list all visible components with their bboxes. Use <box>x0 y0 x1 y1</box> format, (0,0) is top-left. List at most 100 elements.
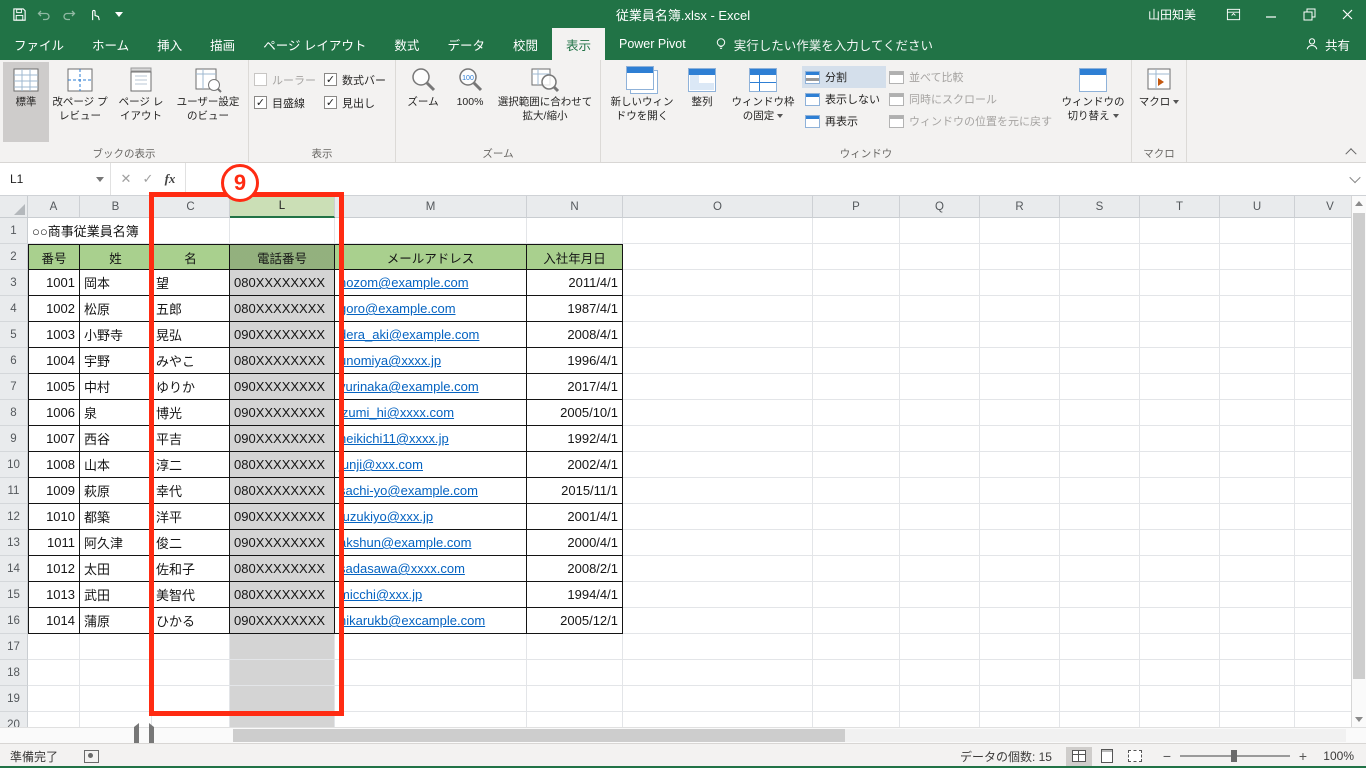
tab-ファイル[interactable]: ファイル <box>0 28 78 60</box>
page-layout-shortcut[interactable] <box>1094 747 1120 766</box>
cell-B14[interactable]: 太田 <box>80 556 152 582</box>
column-header-P[interactable]: P <box>813 196 900 218</box>
cell-T19[interactable] <box>1140 686 1220 712</box>
email-link[interactable]: junji@xxx.com <box>339 457 423 472</box>
tab-数式[interactable]: 数式 <box>380 28 433 60</box>
cell-R16[interactable] <box>980 608 1060 634</box>
row-header-12[interactable]: 12 <box>0 504 28 530</box>
close-button[interactable] <box>1328 0 1366 28</box>
cell-O12[interactable] <box>623 504 813 530</box>
cell-N12[interactable]: 2001/4/1 <box>527 504 623 530</box>
row-header-16[interactable]: 16 <box>0 608 28 634</box>
cell-R1[interactable] <box>980 218 1060 244</box>
cell-U3[interactable] <box>1220 270 1295 296</box>
cell-O14[interactable] <box>623 556 813 582</box>
cell-N7[interactable]: 2017/4/1 <box>527 374 623 400</box>
cell-M20[interactable] <box>335 712 527 727</box>
cell-Q5[interactable] <box>900 322 980 348</box>
cell-Q1[interactable] <box>900 218 980 244</box>
cell-C14[interactable]: 佐和子 <box>152 556 230 582</box>
cell-M15[interactable]: micchi@xxx.jp <box>335 582 527 608</box>
cell-M12[interactable]: tuzukiyo@xxx.jp <box>335 504 527 530</box>
row-header-10[interactable]: 10 <box>0 452 28 478</box>
cell-L14[interactable]: 080XXXXXXXX <box>230 556 335 582</box>
cell-U18[interactable] <box>1220 660 1295 686</box>
tab-描画[interactable]: 描画 <box>196 28 249 60</box>
cell-S1[interactable] <box>1060 218 1140 244</box>
cell-C12[interactable]: 洋平 <box>152 504 230 530</box>
cell-Q12[interactable] <box>900 504 980 530</box>
custom-views-button[interactable]: ユーザー設定のビュー <box>171 62 245 142</box>
cell-O10[interactable] <box>623 452 813 478</box>
cell-N3[interactable]: 2011/4/1 <box>527 270 623 296</box>
cell-N14[interactable]: 2008/2/1 <box>527 556 623 582</box>
row-header-3[interactable]: 3 <box>0 270 28 296</box>
cell-P1[interactable] <box>813 218 900 244</box>
cell-Q7[interactable] <box>900 374 980 400</box>
cell-R12[interactable] <box>980 504 1060 530</box>
cell-L17[interactable] <box>230 634 335 660</box>
cell-M11[interactable]: sachi-yo@example.com <box>335 478 527 504</box>
synchronous-scrolling-button[interactable]: 同時にスクロール <box>886 88 1058 110</box>
cell-B16[interactable]: 蒲原 <box>80 608 152 634</box>
tell-me-box[interactable]: 実行したい作業を入力してください <box>714 28 933 60</box>
cell-U16[interactable] <box>1220 608 1295 634</box>
cell-A12[interactable]: 1010 <box>28 504 80 530</box>
cell-T3[interactable] <box>1140 270 1220 296</box>
cell-T7[interactable] <box>1140 374 1220 400</box>
share-button[interactable]: 共有 <box>1305 28 1366 60</box>
cell-T13[interactable] <box>1140 530 1220 556</box>
cell-R6[interactable] <box>980 348 1060 374</box>
column-header-T[interactable]: T <box>1140 196 1220 218</box>
cell-L20[interactable] <box>230 712 335 727</box>
cell-L11[interactable]: 080XXXXXXXX <box>230 478 335 504</box>
cell-P5[interactable] <box>813 322 900 348</box>
row-header-4[interactable]: 4 <box>0 296 28 322</box>
email-link[interactable]: goro@example.com <box>339 301 456 316</box>
cell-C13[interactable]: 俊二 <box>152 530 230 556</box>
column-header-R[interactable]: R <box>980 196 1060 218</box>
cell-M10[interactable]: junji@xxx.com <box>335 452 527 478</box>
cell-O15[interactable] <box>623 582 813 608</box>
cell-C11[interactable]: 幸代 <box>152 478 230 504</box>
cell-C5[interactable]: 晃弘 <box>152 322 230 348</box>
cell-O20[interactable] <box>623 712 813 727</box>
column-header-S[interactable]: S <box>1060 196 1140 218</box>
cell-L7[interactable]: 090XXXXXXXX <box>230 374 335 400</box>
cell-P17[interactable] <box>813 634 900 660</box>
cell-U12[interactable] <box>1220 504 1295 530</box>
cell-U15[interactable] <box>1220 582 1295 608</box>
cell-P6[interactable] <box>813 348 900 374</box>
cell-C9[interactable]: 平吉 <box>152 426 230 452</box>
cell-B15[interactable]: 武田 <box>80 582 152 608</box>
cell-O16[interactable] <box>623 608 813 634</box>
cell-U7[interactable] <box>1220 374 1295 400</box>
cell-S7[interactable] <box>1060 374 1140 400</box>
insert-function-button[interactable]: fx <box>159 171 181 187</box>
cell-S15[interactable] <box>1060 582 1140 608</box>
cell-R9[interactable] <box>980 426 1060 452</box>
cell-N1[interactable] <box>527 218 623 244</box>
cell-P18[interactable] <box>813 660 900 686</box>
row-header-14[interactable]: 14 <box>0 556 28 582</box>
cell-N10[interactable]: 2002/4/1 <box>527 452 623 478</box>
freeze-panes-button[interactable]: ウィンドウ枠の固定 <box>724 62 802 142</box>
cell-N18[interactable] <box>527 660 623 686</box>
cell-S14[interactable] <box>1060 556 1140 582</box>
cell-B17[interactable] <box>80 634 152 660</box>
cell-M6[interactable]: unomiya@xxxx.jp <box>335 348 527 374</box>
cell-A8[interactable]: 1006 <box>28 400 80 426</box>
save-button[interactable] <box>8 3 30 25</box>
cell-S10[interactable] <box>1060 452 1140 478</box>
cell-P8[interactable] <box>813 400 900 426</box>
row-header-18[interactable]: 18 <box>0 660 28 686</box>
cell-S6[interactable] <box>1060 348 1140 374</box>
cell-U2[interactable] <box>1220 244 1295 270</box>
switch-windows-button[interactable]: ウィンドウの切り替え <box>1058 62 1128 142</box>
scroll-down-button[interactable] <box>1352 712 1366 727</box>
email-link[interactable]: akshun@example.com <box>339 535 471 550</box>
cell-R20[interactable] <box>980 712 1060 727</box>
cell-U19[interactable] <box>1220 686 1295 712</box>
cell-R13[interactable] <box>980 530 1060 556</box>
cell-U20[interactable] <box>1220 712 1295 727</box>
